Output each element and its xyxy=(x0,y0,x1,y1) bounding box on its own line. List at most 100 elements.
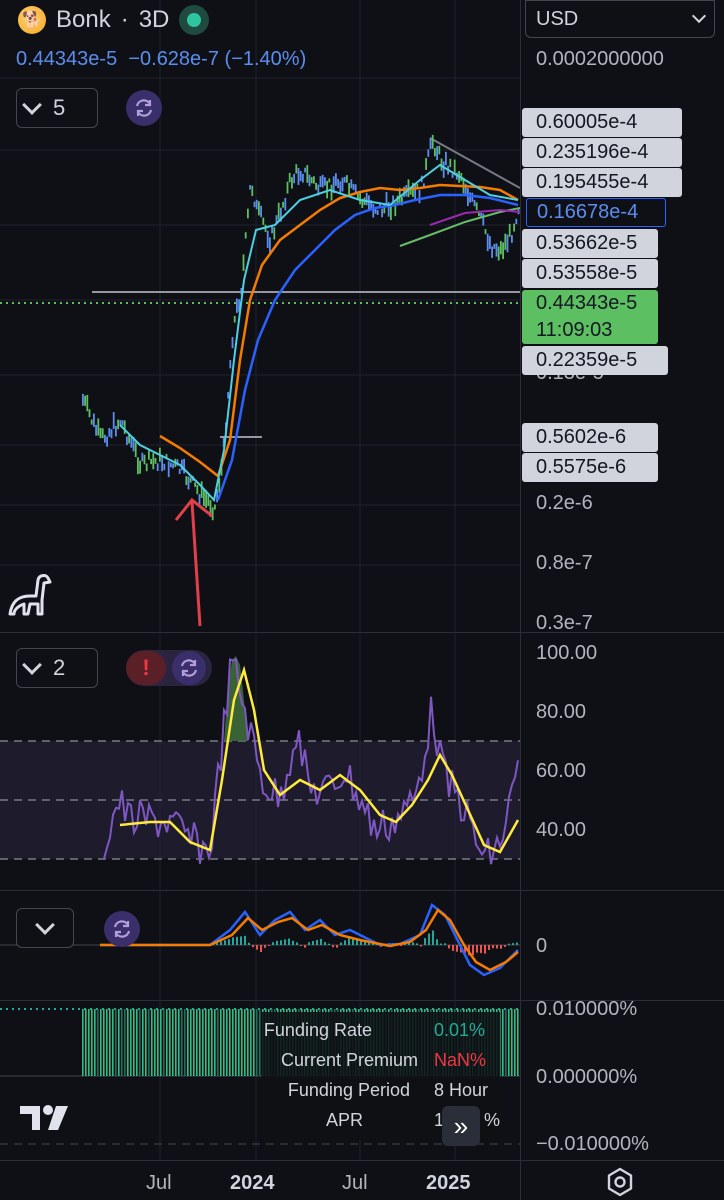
candle xyxy=(491,246,493,258)
funding-bar xyxy=(148,1009,150,1076)
candle xyxy=(319,176,322,188)
time-axis-label: Jul xyxy=(146,1172,172,1194)
macd-bar xyxy=(220,941,222,945)
candle xyxy=(341,177,344,192)
funding-bar xyxy=(124,1009,126,1076)
funding-label: Funding Rate xyxy=(263,1019,372,1040)
macd-bar xyxy=(416,943,418,945)
candle xyxy=(418,190,421,204)
funding-bar xyxy=(157,1009,159,1076)
macd-bar xyxy=(504,945,506,947)
title-separator: · xyxy=(120,6,129,33)
settings-icon[interactable] xyxy=(604,1166,636,1198)
quote-line: 0.44343e-5 −0.628e-7 (−1.40%) xyxy=(16,48,306,71)
candle xyxy=(139,460,141,474)
price-badge: 0.5575e-6 xyxy=(522,453,658,482)
candle xyxy=(183,458,185,474)
symbol-title[interactable]: 🐕 Bonk · 3D xyxy=(18,5,210,35)
funding-bar xyxy=(127,1009,129,1076)
funding-value: 8 Hour xyxy=(434,1079,489,1100)
candle xyxy=(104,434,106,443)
candle xyxy=(145,463,148,472)
price-indicators-toggle[interactable]: 5 xyxy=(16,88,98,128)
macd-bar xyxy=(512,943,514,945)
macd-bar xyxy=(436,939,438,945)
macd-bar xyxy=(272,942,274,945)
candle xyxy=(328,178,331,183)
fast-forward-icon[interactable]: » xyxy=(442,1106,480,1146)
chevron-down-icon xyxy=(35,915,55,935)
candle xyxy=(493,243,496,249)
funding-bar xyxy=(205,1009,207,1076)
macd-bar xyxy=(496,945,498,949)
refresh-icon[interactable] xyxy=(126,90,162,126)
macd-bar xyxy=(324,942,326,945)
oscillator-indicators-toggle[interactable]: 2 xyxy=(16,648,98,688)
macd-bar xyxy=(296,942,298,945)
candle xyxy=(233,315,236,323)
candle xyxy=(244,232,247,239)
funding-bar xyxy=(229,1009,231,1076)
macd-bar xyxy=(252,945,254,948)
candle xyxy=(346,175,348,183)
macd-bar xyxy=(476,945,478,953)
candle xyxy=(115,425,117,437)
funding-bar xyxy=(100,1009,102,1076)
funding-bar xyxy=(193,1009,195,1076)
candle xyxy=(302,173,304,183)
candle xyxy=(324,177,326,186)
macd-bar xyxy=(484,945,486,954)
market-status-icon[interactable] xyxy=(179,5,210,35)
candle xyxy=(200,481,203,498)
funding-bar xyxy=(181,1009,183,1076)
candle xyxy=(475,202,478,211)
tradingview-logo[interactable] xyxy=(20,1102,76,1143)
funding-bar xyxy=(121,1009,123,1076)
candle xyxy=(134,442,137,457)
currency-select[interactable]: USD xyxy=(525,0,715,38)
candle xyxy=(170,462,172,468)
candle xyxy=(354,184,357,193)
price-chart[interactable] xyxy=(0,0,520,1160)
rsi-axis-label: 80.00 xyxy=(536,701,587,723)
macd-bar xyxy=(336,945,338,948)
refresh-icon[interactable] xyxy=(104,911,140,947)
price-badge: 0.235196e-4 xyxy=(522,138,682,167)
candle xyxy=(260,205,262,218)
chevron-down-icon xyxy=(22,95,42,115)
interval-label: 3D xyxy=(138,6,170,33)
funding-bar xyxy=(88,1009,90,1076)
candle xyxy=(172,463,174,469)
candle xyxy=(293,173,295,184)
price-badge: 0.53558e-5 xyxy=(522,259,658,288)
candle xyxy=(97,418,100,436)
price-badge: 0.53662e-5 xyxy=(522,229,658,258)
candle xyxy=(326,180,328,199)
funding-bar xyxy=(97,1009,99,1076)
candle xyxy=(247,208,249,219)
macd-bar xyxy=(432,930,434,945)
candle xyxy=(315,182,317,190)
funding-bar xyxy=(223,1009,225,1076)
candle xyxy=(196,484,199,495)
candle xyxy=(467,188,469,207)
candle xyxy=(359,192,361,205)
candle xyxy=(348,183,350,195)
macd-bar xyxy=(300,945,302,946)
candle xyxy=(372,203,375,218)
funding-bar xyxy=(517,1009,519,1076)
macd-bar xyxy=(276,940,278,945)
candle xyxy=(321,174,324,188)
funding-bar xyxy=(109,1009,111,1076)
macd-bar xyxy=(228,939,230,945)
funding-bar xyxy=(133,1009,135,1076)
macd-bar xyxy=(452,945,454,951)
macd-indicators-toggle[interactable] xyxy=(16,908,74,948)
alert-icon[interactable]: ! xyxy=(126,651,166,685)
funding-bar xyxy=(169,1009,171,1076)
funding-bar xyxy=(217,1009,219,1076)
funding-axis-label: 0.010000% xyxy=(536,998,638,1020)
candle xyxy=(236,298,238,313)
refresh-icon[interactable] xyxy=(172,651,206,685)
funding-bar xyxy=(175,1009,177,1076)
